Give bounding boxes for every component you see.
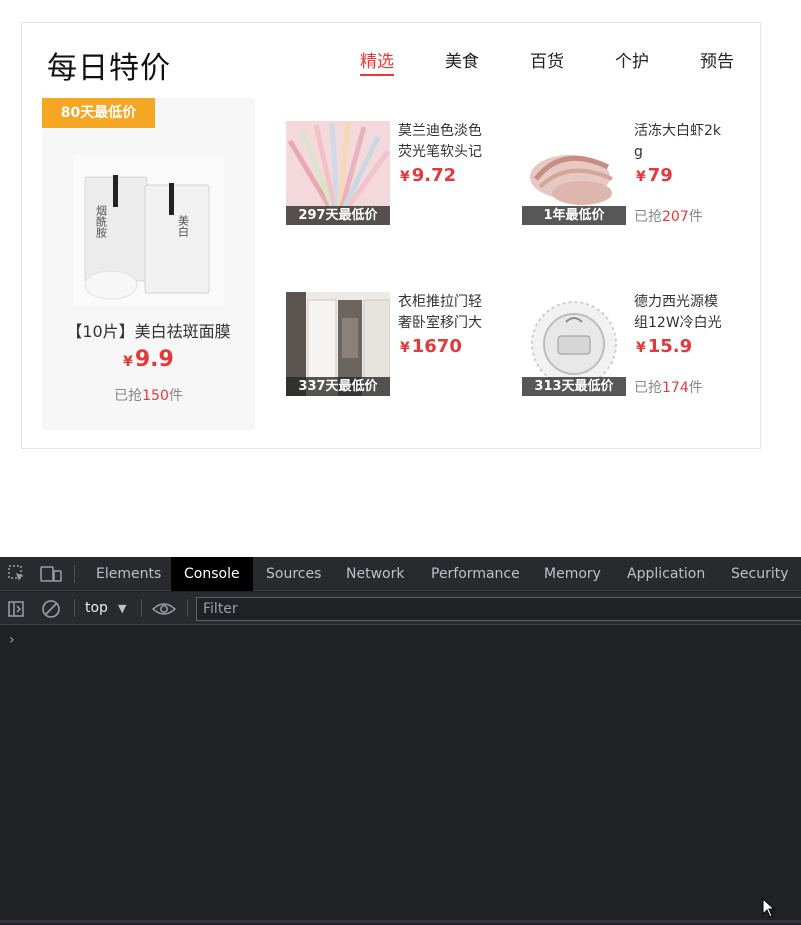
face-mask-image[interactable]: 烟酰胺 美白 xyxy=(73,155,224,305)
product-name[interactable]: 衣柜推拉门轻奢卧室移门大 xyxy=(398,292,490,334)
price-value: 9.72 xyxy=(411,165,457,186)
mouse-cursor-icon xyxy=(762,897,776,922)
sold-number: 207 xyxy=(662,209,689,225)
window-bottom-edge xyxy=(0,920,801,923)
product-price: ¥15.9 xyxy=(636,336,692,357)
product-name[interactable]: 莫兰迪色淡色荧光笔软头记 xyxy=(398,121,490,163)
sold-suffix: 件 xyxy=(168,388,183,404)
eye-icon[interactable] xyxy=(150,592,178,625)
currency-symbol: ¥ xyxy=(123,354,133,370)
wardrobe-image[interactable]: 337天最低价 xyxy=(286,292,390,396)
toolbar-divider xyxy=(74,599,75,617)
tab-memory[interactable]: Memory xyxy=(531,557,614,591)
toolbar-divider xyxy=(141,599,142,617)
tab-featured[interactable]: 精选 xyxy=(360,50,394,76)
light-module-image[interactable]: 313天最低价 xyxy=(522,292,626,396)
daily-deals-panel: 每日特价 精选 美食 百货 个护 预告 80天最低价 烟酰胺 美白 【10片】美… xyxy=(21,22,761,449)
context-selector[interactable]: top xyxy=(85,592,108,625)
console-toolbar: top ▼ Filter xyxy=(0,592,801,625)
tab-personal-care[interactable]: 个护 xyxy=(615,50,649,74)
hero-price-value: 9.9 xyxy=(134,347,174,372)
device-toolbar-icon[interactable] xyxy=(37,557,65,591)
shrimp-image[interactable]: 1年最低价 xyxy=(522,121,626,225)
product-card-highlighter[interactable]: 297天最低价 莫兰迪色淡色荧光笔软头记 ¥9.72 xyxy=(286,121,512,231)
sold-prefix: 已抢 xyxy=(634,380,662,396)
svg-text:美白: 美白 xyxy=(177,215,190,237)
tab-console[interactable]: Console xyxy=(171,557,253,591)
console-prompt[interactable]: › xyxy=(9,632,15,648)
devtools-panel: Elements Console Sources Network Perform… xyxy=(0,557,801,925)
lowest-price-label: 297天最低价 xyxy=(286,206,390,225)
tab-general-goods[interactable]: 百货 xyxy=(530,50,564,74)
tab-food[interactable]: 美食 xyxy=(445,50,479,74)
inspect-element-icon[interactable] xyxy=(3,557,31,591)
clear-console-icon[interactable] xyxy=(37,592,65,625)
category-tabs: 精选 美食 百货 个护 预告 xyxy=(22,50,760,80)
svg-text:烟酰胺: 烟酰胺 xyxy=(95,204,108,239)
sold-prefix: 已抢 xyxy=(634,209,662,225)
toolbar-divider xyxy=(74,565,75,583)
lowest-price-label: 1年最低价 xyxy=(522,206,626,225)
sold-number: 150 xyxy=(142,388,169,404)
sold-suffix: 件 xyxy=(688,380,703,396)
price-value: 1670 xyxy=(411,336,462,357)
tab-elements[interactable]: Elements xyxy=(83,557,174,591)
lowest-price-label: 313天最低价 xyxy=(522,377,626,396)
sold-suffix: 件 xyxy=(688,209,703,225)
currency-symbol: ¥ xyxy=(636,169,646,185)
tab-sources[interactable]: Sources xyxy=(253,557,334,591)
product-price: ¥1670 xyxy=(400,336,462,357)
currency-symbol: ¥ xyxy=(400,169,410,185)
lowest-price-label: 337天最低价 xyxy=(286,377,390,396)
console-filter-input[interactable]: Filter xyxy=(196,597,801,621)
currency-symbol: ¥ xyxy=(636,340,646,356)
sold-count: 已抢174件 xyxy=(634,377,703,397)
lowest-price-badge: 80天最低价 xyxy=(42,98,155,128)
tab-application[interactable]: Application xyxy=(614,557,718,591)
toolbar-divider xyxy=(187,599,188,617)
tab-performance[interactable]: Performance xyxy=(418,557,533,591)
price-value: 15.9 xyxy=(647,336,693,357)
product-card-wardrobe[interactable]: 337天最低价 衣柜推拉门轻奢卧室移门大 ¥1670 xyxy=(286,292,512,402)
sold-count: 已抢207件 xyxy=(634,206,703,226)
currency-symbol: ¥ xyxy=(400,340,410,356)
product-card-light-module[interactable]: 313天最低价 德力西光源模组12W冷白光 ¥15.9 已抢174件 xyxy=(522,292,748,402)
tab-network[interactable]: Network xyxy=(333,557,417,591)
sold-number: 174 xyxy=(662,380,689,396)
sold-prefix: 已抢 xyxy=(114,388,143,404)
tab-security[interactable]: Security xyxy=(718,557,801,591)
hero-product-name[interactable]: 【10片】美白祛斑面膜 xyxy=(42,318,255,342)
price-value: 79 xyxy=(647,165,673,186)
tab-preview[interactable]: 预告 xyxy=(700,50,734,74)
highlighter-image[interactable]: 297天最低价 xyxy=(286,121,390,225)
dropdown-arrow-icon[interactable]: ▼ xyxy=(118,592,126,625)
product-price: ¥79 xyxy=(636,165,673,186)
product-card-shrimp[interactable]: 1年最低价 活冻大白虾2kg ¥79 已抢207件 xyxy=(522,121,748,231)
product-name[interactable]: 活冻大白虾2kg xyxy=(634,121,726,163)
product-price: ¥9.72 xyxy=(400,165,456,186)
devtools-tab-bar: Elements Console Sources Network Perform… xyxy=(0,557,801,591)
product-name[interactable]: 德力西光源模组12W冷白光 xyxy=(634,292,726,334)
hero-product-price: ¥9.9 xyxy=(42,347,255,372)
sidebar-toggle-icon[interactable] xyxy=(2,592,30,625)
hero-product-card[interactable]: 80天最低价 烟酰胺 美白 【10片】美白祛斑面膜 ¥9.9 已抢150件 xyxy=(42,98,255,430)
hero-sold-count: 已抢150件 xyxy=(42,385,255,405)
